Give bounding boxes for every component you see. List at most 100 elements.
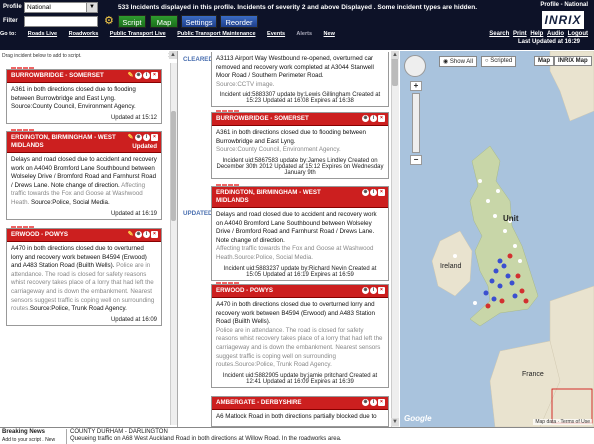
nav-public-transport-maintenance[interactable]: Public Transport Maintenance: [177, 31, 255, 37]
script-button[interactable]: Script: [118, 15, 146, 28]
close-icon[interactable]: ×: [151, 72, 158, 79]
scrollbar[interactable]: [391, 51, 399, 427]
card-footer: Updated at 16:09: [110, 316, 157, 323]
zoom-icon[interactable]: ⊕: [135, 72, 142, 79]
marker-filter: ◉ Show All ○ Scripted: [439, 56, 517, 67]
card-actions: ⊕ i ×: [362, 287, 385, 294]
gear-icon[interactable]: ⚙: [104, 15, 116, 27]
card-footer: Updated at 15:12: [110, 114, 157, 121]
script-card[interactable]: ERWOOD - POWYS ✎ ⊕ i × A470 in both dire…: [6, 226, 162, 326]
info-icon[interactable]: i: [143, 231, 150, 238]
map-button[interactable]: Map: [150, 15, 178, 28]
incident-card[interactable]: ERWOOD - POWYS ⊕ i × A470 in both direct…: [211, 282, 389, 388]
nav-alerts[interactable]: Alerts: [296, 31, 312, 37]
card-footer: Incident uid:5867583 update by:James Lin…: [216, 157, 384, 176]
print-link[interactable]: Print: [513, 31, 527, 37]
card-body: Delays and road closed due to accident a…: [7, 153, 161, 211]
zoom-in-button[interactable]: +: [410, 81, 422, 91]
card-actions: ✎ ⊕ i ×: [127, 134, 158, 141]
card-footer: Updated at 16:19: [110, 210, 157, 217]
pan-control[interactable]: [404, 55, 426, 77]
zoom-slider[interactable]: [412, 93, 420, 153]
scripted-radio[interactable]: ○ Scripted: [480, 56, 517, 67]
zoom-out-button[interactable]: −: [410, 155, 422, 165]
filter-label: Filter: [3, 18, 18, 24]
info-icon[interactable]: i: [370, 399, 377, 406]
incident-card-cleared[interactable]: A3113 Airport Way Westbound re-opened, o…: [211, 52, 389, 108]
map-canvas[interactable]: [400, 51, 594, 427]
goto-label: Go to:: [0, 31, 17, 37]
nav-events[interactable]: Events: [267, 31, 285, 37]
close-icon[interactable]: ×: [378, 115, 385, 122]
account-links: Search Print Help Audio Logout: [487, 31, 588, 37]
nav-public-transport-live[interactable]: Public Transport Live: [110, 31, 166, 37]
inrix-map-button[interactable]: INRIX Map: [554, 56, 592, 66]
nav-roadworks[interactable]: Roadworks: [69, 31, 99, 37]
ticker-text: Queueing traffic on A68 West Auckland Ro…: [70, 436, 342, 442]
card-body: A361 in both directions closed due to fl…: [212, 126, 388, 158]
incident-card[interactable]: BURROWBRIDGE - SOMERSET ⊕ i × A361 in bo…: [211, 110, 389, 179]
zoom-icon[interactable]: ⊕: [135, 231, 142, 238]
card-source: Source:County Council, Environment Agenc…: [216, 146, 341, 154]
filter-input[interactable]: [24, 16, 98, 27]
info-icon[interactable]: i: [370, 287, 377, 294]
scroll-down-icon[interactable]: ▼: [391, 418, 399, 426]
card-title: ERWOOD - POWYS: [216, 287, 273, 294]
info-icon[interactable]: i: [370, 115, 377, 122]
card-body: A6 Matlock Road in both directions parti…: [216, 413, 377, 420]
status-updated: UPDATED: [183, 210, 213, 217]
card-text: A3113 Airport Way Westbound re-opened, o…: [216, 55, 374, 80]
close-icon[interactable]: ×: [378, 399, 385, 406]
incident-card[interactable]: AMBERGATE - DERBYSHIRE ⊕ i × A6 Matlock …: [211, 396, 389, 427]
edit-icon[interactable]: ✎: [127, 231, 134, 238]
scroll-up-icon[interactable]: ▲: [391, 51, 399, 59]
chevron-down-icon[interactable]: ▼: [86, 2, 98, 13]
zoom-icon[interactable]: ⊕: [362, 115, 369, 122]
close-icon[interactable]: ×: [151, 231, 158, 238]
card-text: Delays and road closed due to accident a…: [216, 211, 377, 244]
nav-roads-live[interactable]: Roads Live: [28, 31, 57, 37]
ticker-title: COUNTY DURHAM - DARLINGTON: [70, 429, 168, 435]
reorder-button[interactable]: Reorder: [220, 15, 258, 28]
updated-badge: Updated: [132, 143, 157, 150]
goto-nav: Go to: Roads Live Roadworks Public Trans…: [0, 31, 345, 37]
help-link[interactable]: Help: [530, 31, 543, 37]
incident-card[interactable]: ERDINGTON, BIRMINGHAM - WEST MIDLANDS ⊕ …: [211, 184, 389, 281]
scrollbar-thumb[interactable]: [171, 111, 176, 221]
news-ticker[interactable]: COUNTY DURHAM - DARLINGTON Queueing traf…: [66, 429, 594, 444]
edit-icon[interactable]: ✎: [127, 72, 134, 79]
zoom-icon[interactable]: ⊕: [362, 287, 369, 294]
scroll-up-icon[interactable]: ▲: [169, 51, 177, 59]
nav-new[interactable]: New: [324, 31, 335, 37]
inrix-logo: INRIX: [542, 11, 584, 29]
edit-icon[interactable]: ✎: [127, 134, 134, 141]
info-icon[interactable]: i: [143, 72, 150, 79]
audio-link[interactable]: Audio: [547, 31, 564, 37]
status-cleared: CLEARED: [183, 56, 213, 63]
close-icon[interactable]: ×: [378, 189, 385, 196]
map-label: Unit: [503, 214, 519, 223]
settings-button[interactable]: Settings: [181, 15, 217, 28]
breaking-news-actions[interactable]: Add to your script . New: [2, 437, 55, 443]
zoom-icon[interactable]: ⊕: [362, 189, 369, 196]
info-icon[interactable]: i: [370, 189, 377, 196]
logout-link[interactable]: Logout: [568, 31, 588, 37]
close-icon[interactable]: ×: [378, 287, 385, 294]
search-link[interactable]: Search: [489, 31, 509, 37]
incident-map[interactable]: + − ◉ Show All ○ Scripted Map INRIX Map …: [400, 51, 594, 427]
zoom-icon[interactable]: ⊕: [135, 134, 142, 141]
top-header: Profile National ▼ Filter ⚙ 533 Incident…: [0, 0, 594, 50]
scrollbar-thumb[interactable]: [392, 56, 398, 86]
close-icon[interactable]: ×: [151, 134, 158, 141]
map-terms[interactable]: Map data · Terms of Use: [533, 419, 592, 425]
script-card[interactable]: ERDINGTON, BIRMINGHAM - WEST MIDLANDS Up…: [6, 129, 162, 220]
map-label: France: [522, 371, 544, 378]
map-type-button[interactable]: Map: [534, 56, 554, 66]
card-body: A470 in both directions closed due to ov…: [212, 298, 388, 373]
map-label: Ireland: [440, 263, 462, 270]
show-all-radio[interactable]: ◉ Show All: [439, 56, 477, 67]
zoom-icon[interactable]: ⊕: [362, 399, 369, 406]
card-source: Source:Police, Social Media.: [29, 198, 110, 206]
script-card[interactable]: BURROWBRIDGE - SOMERSET ✎ ⊕ i × A361 in …: [6, 67, 162, 124]
info-icon[interactable]: i: [143, 134, 150, 141]
